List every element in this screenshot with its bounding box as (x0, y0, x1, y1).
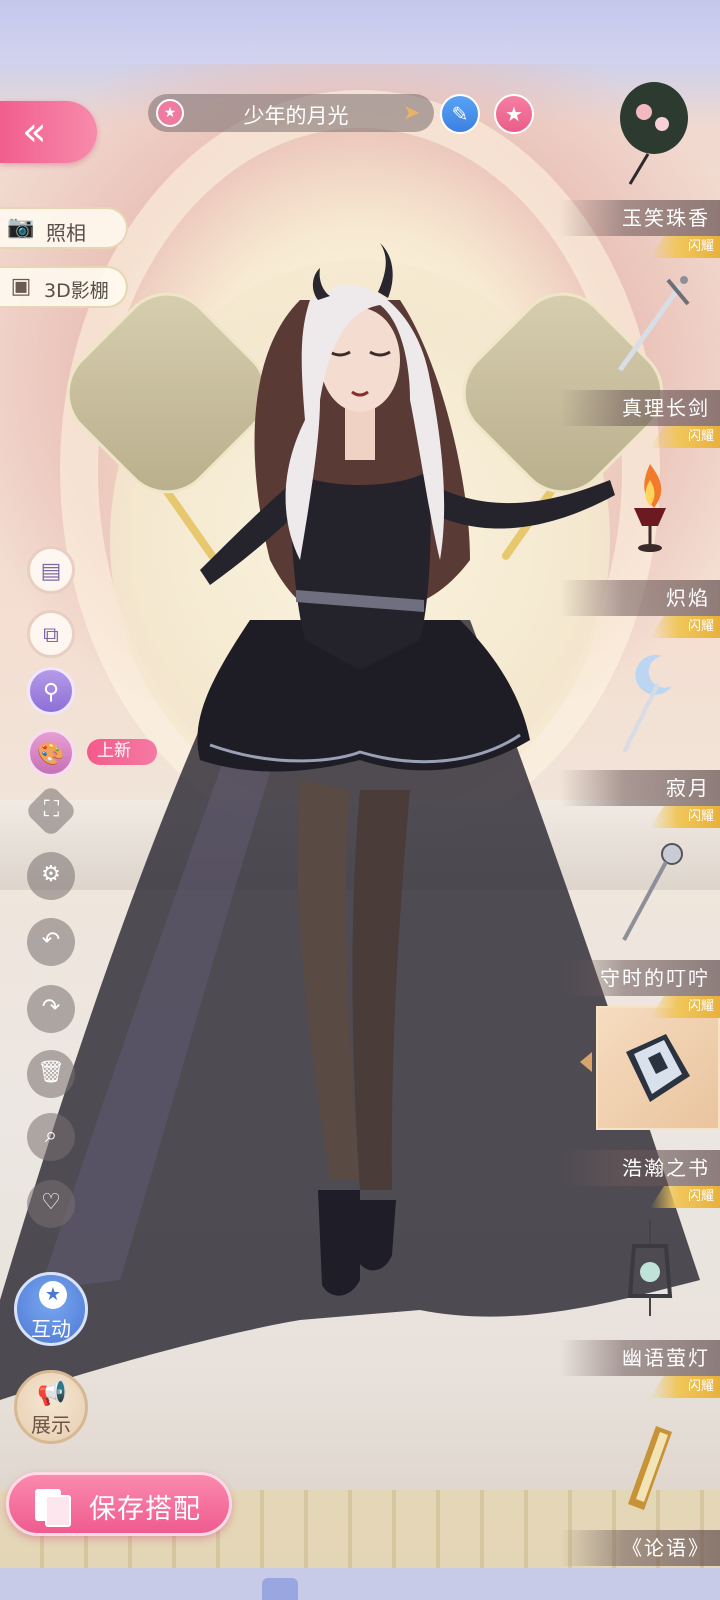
star-icon: ★ (505, 102, 523, 126)
double-chevron-left-icon: « (22, 109, 47, 155)
search-adjust-icon: ⚲ (42, 680, 60, 705)
bodice (290, 470, 431, 670)
redo-button[interactable]: ↷ (27, 985, 75, 1033)
moon-staff-icon (622, 654, 672, 753)
item-card-selected[interactable]: 闪耀 浩瀚之书 (560, 996, 720, 1186)
search-adjust-button[interactable]: ⚲ (27, 667, 75, 715)
favorite-button[interactable]: ★ (494, 94, 534, 134)
shoe-right (352, 1200, 396, 1271)
undo-button[interactable]: ↶ (27, 918, 75, 966)
redo-icon: ↷ (41, 995, 61, 1020)
zoom-button[interactable]: ⌕ (27, 1113, 75, 1161)
document-icon (35, 1489, 71, 1527)
item-name: 守时的叮咛 (560, 960, 720, 996)
palette-icon: 🎨 (37, 742, 65, 767)
scroll-icon (628, 1426, 672, 1510)
shine-tag: 闪耀 (650, 1376, 720, 1398)
scepter-icon (622, 843, 683, 941)
pencil-icon: ✎ (451, 102, 469, 126)
selected-arrow-icon (580, 1052, 592, 1072)
magnifier-icon: ⌕ (44, 1123, 58, 1148)
item-name: 炽焰 (560, 580, 720, 616)
item-card[interactable]: 闪耀 幽语萤灯 (560, 1186, 720, 1376)
shine-tag: 闪耀 (650, 806, 720, 828)
interact-button[interactable]: ★ 互动 (14, 1272, 88, 1346)
edit-button[interactable]: ✎ (440, 94, 480, 134)
shine-tag: 闪耀 (650, 996, 720, 1018)
shine-tag: 闪耀 (650, 1186, 720, 1208)
flame-brazier-icon (634, 464, 666, 552)
item-card[interactable]: 闪耀 寂月 (560, 616, 720, 806)
studio-3d-label: 3D影棚 (44, 280, 109, 302)
lantern-icon (627, 1220, 673, 1316)
item-card[interactable]: 玉笑珠香 (560, 46, 720, 236)
outfit-title-bar[interactable]: ★ 少年的月光 ➤ (148, 94, 434, 132)
item-card[interactable]: 闪耀 真理长剑 (560, 236, 720, 426)
megaphone-icon: 📢 (37, 1379, 67, 1407)
item-name: 《论语》 (560, 1530, 720, 1566)
fullscreen-icon: ⛶ (44, 797, 60, 823)
item-name: 幽语萤灯 (560, 1340, 720, 1376)
save-outfit-label: 保存搭配 (89, 1494, 201, 1525)
camera-label: 照相 (46, 221, 86, 245)
arrow-right-icon: ➤ (403, 100, 420, 124)
trash-icon: 🗑 (37, 1060, 65, 1085)
item-card[interactable]: 闪耀 守时的叮咛 (560, 806, 720, 996)
delete-button[interactable]: 🗑 (27, 1050, 75, 1098)
studio-3d-button[interactable]: ▣ 3D影棚 (0, 266, 128, 308)
show-label: 展示 (31, 1413, 71, 1437)
camera-button[interactable]: 📷 照相 (0, 207, 128, 249)
outfit-star-icon: ★ (156, 99, 184, 127)
horn-right (378, 243, 393, 298)
item-card[interactable]: 闪耀 炽焰 (560, 426, 720, 616)
cube-icon: ▣ (10, 274, 32, 299)
gear-icon: ⚙ (41, 862, 61, 887)
new-badge: 上新 (87, 739, 157, 765)
book-icon (626, 1034, 690, 1102)
outfit-name: 少年的月光 (243, 104, 349, 128)
filter-icon: ▤ (40, 559, 62, 584)
item-name: 浩瀚之书 (560, 1150, 720, 1186)
interact-label: 互动 (31, 1317, 71, 1341)
save-outfit-button[interactable]: 保存搭配 (6, 1472, 232, 1536)
filter-button[interactable]: ▤ (27, 546, 75, 594)
back-button[interactable]: « (0, 101, 97, 163)
round-fan-icon (620, 82, 688, 185)
item-card[interactable]: 闪耀 《论语》 (560, 1376, 720, 1566)
item-name: 玉笑珠香 (560, 200, 720, 236)
layers-icon: ⧉ (43, 623, 59, 648)
item-name: 真理长剑 (560, 390, 720, 426)
show-button[interactable]: 📢 展示 (14, 1370, 88, 1444)
shine-tag: 闪耀 (650, 616, 720, 638)
item-name: 寂月 (560, 770, 720, 806)
heart-icon: ♡ (41, 1190, 61, 1215)
undo-icon: ↶ (41, 928, 61, 953)
settings-button[interactable]: ⚙ (27, 852, 75, 900)
camera-icon: 📷 (7, 215, 35, 240)
horn-left (312, 268, 330, 300)
layers-button[interactable]: ⧉ (27, 610, 75, 658)
like-button[interactable]: ♡ (27, 1180, 75, 1228)
shine-tag: 闪耀 (650, 236, 720, 258)
shine-tag: 闪耀 (650, 426, 720, 448)
star-icon: ★ (39, 1281, 67, 1309)
sword-icon (617, 276, 690, 372)
palette-button[interactable]: 🎨 (27, 729, 75, 777)
